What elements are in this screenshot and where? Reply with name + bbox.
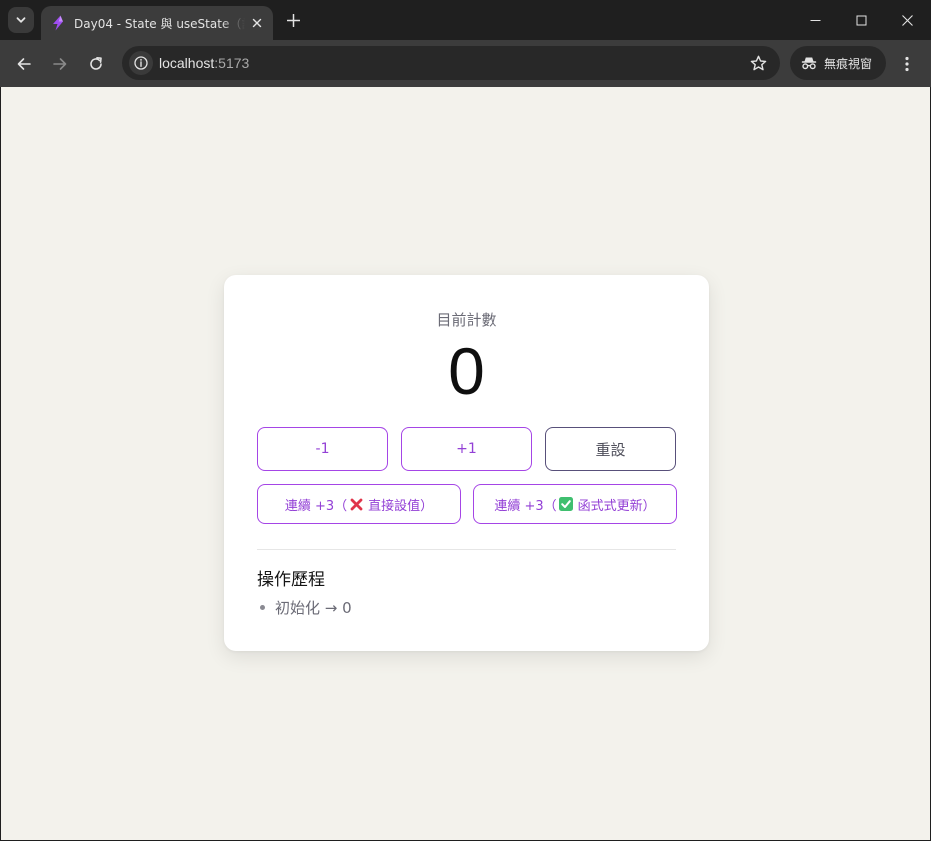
plus-icon [286, 13, 300, 27]
tab-title: Day04 - State 與 useState（計數器 [74, 16, 245, 31]
counter-card: 目前計數 0 -1 +1 重設 連續 +3（ 直接設值） 連續 +3（ 函式式更… [224, 275, 709, 651]
add-three-direct-prefix: 連續 +3（ [284, 498, 348, 514]
browser-menu-button[interactable] [896, 51, 918, 77]
cross-mark-icon [349, 497, 363, 511]
back-button[interactable] [11, 51, 37, 77]
decrement-button[interactable]: -1 [257, 427, 388, 471]
increment-button[interactable]: +1 [401, 427, 532, 471]
add-three-functional-button[interactable]: 連續 +3（ 函式式更新） [473, 484, 677, 524]
vite-lightning-icon [53, 15, 63, 31]
minimize-icon [810, 19, 820, 21]
tab-search-button[interactable] [8, 7, 34, 33]
history-title: 操作歷程 [257, 570, 325, 590]
chevron-down-icon [16, 17, 26, 23]
reset-button[interactable]: 重設 [545, 427, 676, 471]
browser-tab[interactable]: Day04 - State 與 useState（計數器 [41, 6, 273, 40]
site-info-button[interactable] [129, 51, 153, 75]
history-item: 初始化 → 0 [257, 597, 352, 618]
bookmark-star-icon[interactable] [748, 53, 768, 73]
address-bar[interactable]: localhost:5173 [122, 46, 780, 80]
add-three-direct-button[interactable]: 連續 +3（ 直接設值） [257, 484, 461, 524]
new-tab-button[interactable] [283, 10, 303, 30]
count-label: 目前計數 [436, 311, 497, 329]
arrow-right-icon [53, 58, 67, 70]
incognito-label: 無痕視窗 [824, 56, 873, 71]
reload-icon [90, 57, 102, 70]
reload-button[interactable] [83, 51, 109, 77]
maximize-button[interactable] [838, 0, 884, 40]
url-port: :5173 [214, 55, 250, 71]
url-text[interactable]: localhost:5173 [159, 46, 249, 80]
info-icon [134, 56, 148, 70]
add-three-direct-suffix: 直接設值） [368, 498, 434, 514]
tab-close-icon[interactable] [249, 15, 265, 31]
title-bar: Day04 - State 與 useState（計數器 [0, 0, 931, 40]
more-vertical-icon [905, 56, 909, 72]
url-host: localhost [159, 55, 215, 71]
maximize-icon [856, 15, 866, 25]
count-value: 0 [448, 334, 485, 408]
incognito-badge[interactable]: 無痕視窗 [790, 46, 886, 80]
browser-toolbar: localhost:5173 無痕視窗 [0, 40, 931, 87]
close-icon [901, 14, 913, 26]
check-mark-icon [558, 497, 573, 511]
history-list: 初始化 → 0 [257, 597, 352, 618]
add-three-functional-prefix: 連續 +3（ [494, 498, 557, 514]
incognito-icon [801, 57, 817, 70]
close-window-button[interactable] [884, 0, 930, 40]
page-viewport: 目前計數 0 -1 +1 重設 連續 +3（ 直接設值） 連續 +3（ 函式式更… [1, 87, 930, 840]
minimize-button[interactable] [792, 0, 838, 40]
divider [257, 549, 676, 550]
arrow-left-icon [17, 58, 31, 70]
forward-button[interactable] [47, 51, 73, 77]
add-three-functional-suffix: 函式式更新） [577, 498, 656, 514]
